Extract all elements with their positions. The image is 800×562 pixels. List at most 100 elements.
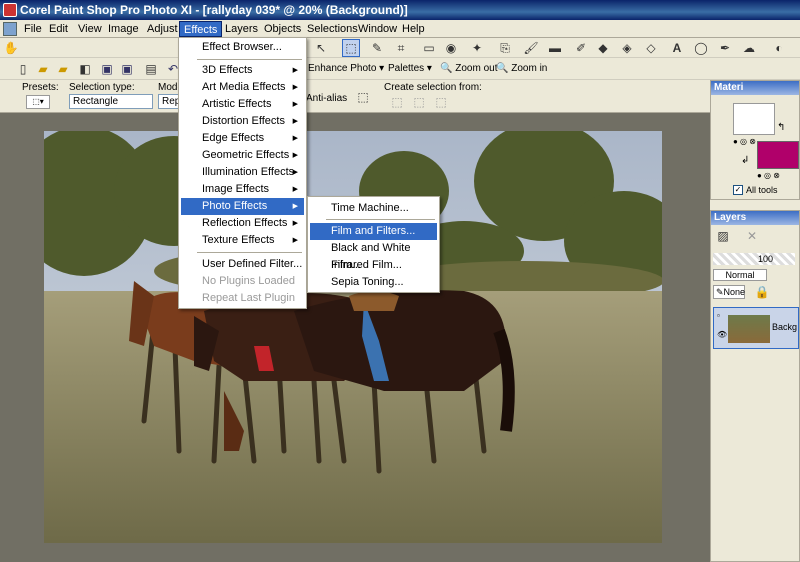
selection-from-objects-icon[interactable]: ⬚ xyxy=(432,93,450,111)
menu-window[interactable]: Window xyxy=(354,21,401,37)
selection-type-select[interactable]: Rectangle xyxy=(69,94,153,109)
menu-item-geometric-effects[interactable]: Geometric Effects ▶ xyxy=(181,147,304,164)
opacity-slider[interactable]: 100 xyxy=(713,253,795,265)
background-color-swatch[interactable] xyxy=(757,141,799,169)
warp-brush-icon[interactable]: ☁ xyxy=(740,39,758,57)
clone-icon[interactable]: ⎘ xyxy=(496,39,514,57)
layer-eye-icon[interactable]: 👁 xyxy=(717,330,727,339)
eraser-icon[interactable]: ◇ xyxy=(642,39,660,57)
swap-colors-icon[interactable]: ↰ xyxy=(777,122,785,133)
custom-selection-icon[interactable]: ⬚ xyxy=(354,88,372,106)
menu-item-artistic-effects[interactable]: Artistic Effects ▶ xyxy=(181,96,304,113)
menu-selections[interactable]: Selections xyxy=(303,21,362,37)
image-canvas[interactable] xyxy=(44,131,662,543)
submenu-item-black-and-white-film[interactable]: Black and White Film... xyxy=(310,240,437,271)
paint-brush-icon[interactable]: 🖌 xyxy=(522,39,540,57)
selection-from-canvas-icon[interactable]: ⬚ xyxy=(410,93,428,111)
photo-effects-label: Photo Effects xyxy=(202,200,268,212)
submenu-item-infrared-film[interactable]: Infrared Film... xyxy=(310,257,437,274)
menu-item-image-effects[interactable]: Image Effects ▶ xyxy=(181,181,304,198)
palettes-button[interactable]: Palettes ▾ xyxy=(388,63,432,74)
preset-shape-icon[interactable]: ◯ xyxy=(692,39,710,57)
menu-layers[interactable]: Layers xyxy=(221,21,262,37)
menu-separator xyxy=(326,219,435,220)
print-icon[interactable]: ▤ xyxy=(142,60,160,78)
submenu-arrow-icon: ▶ xyxy=(292,186,298,193)
antialias-label[interactable]: Anti-alias xyxy=(306,93,347,104)
layer-row-background[interactable]: ▫ 👁 Backg xyxy=(713,307,799,349)
submenu-item-sepia-toning[interactable]: Sepia Toning... xyxy=(310,274,437,291)
presets-dropdown[interactable]: ⬚▾ xyxy=(26,95,50,109)
zoom-in-icon: 🔍 xyxy=(496,63,509,74)
submenu-arrow-icon: ▶ xyxy=(292,135,298,142)
menu-item-3d-effects[interactable]: 3D Effects ▶ xyxy=(181,62,304,79)
menu-image[interactable]: Image xyxy=(104,21,143,37)
menu-item-user-defined-filter[interactable]: User Defined Filter... xyxy=(181,256,304,273)
new-layer-icon[interactable]: ▨ xyxy=(714,227,732,245)
menu-item-edge-effects[interactable]: Edge Effects ▶ xyxy=(181,130,304,147)
selection-from-layer-icon[interactable]: ⬚ xyxy=(388,93,406,111)
foreground-color-swatch[interactable] xyxy=(733,103,775,135)
pen-icon[interactable]: ✒ xyxy=(716,39,734,57)
menu-item-distortion-effects[interactable]: Distortion Effects ▶ xyxy=(181,113,304,130)
menu-item-texture-effects[interactable]: Texture Effects ▶ xyxy=(181,232,304,249)
menu-item-photo-effects[interactable]: Photo Effects ▶ xyxy=(181,198,304,215)
zoom-out-button[interactable]: 🔍 Zoom out xyxy=(440,63,497,74)
zoom-in-label: Zoom in xyxy=(511,63,548,74)
menu-item-repeat-last-plugin: Repeat Last Plugin xyxy=(181,290,304,307)
menu-help[interactable]: Help xyxy=(398,21,429,37)
opacity-value: 100 xyxy=(757,254,773,264)
menu-edit[interactable]: Edit xyxy=(45,21,72,37)
browse-icon[interactable]: ▰ xyxy=(54,60,72,78)
3d-effects-label: 3D Effects xyxy=(202,64,253,76)
menu-objects[interactable]: Objects xyxy=(260,21,305,37)
all-tools-checkbox[interactable]: ✓ xyxy=(733,185,743,195)
save-as-icon[interactable]: ▣ xyxy=(118,60,136,78)
color-replacer-icon[interactable]: ▬ xyxy=(546,39,564,57)
submenu-item-film-and-filters[interactable]: Film and Filters... xyxy=(310,223,437,240)
save-icon[interactable]: ▣ xyxy=(98,60,116,78)
menu-file[interactable]: File xyxy=(20,21,46,37)
menu-item-effect-browser[interactable]: Effect Browser... xyxy=(181,39,304,56)
mask-select[interactable]: ✎None xyxy=(713,285,745,299)
app-icon xyxy=(3,3,17,17)
zoom-in-button[interactable]: 🔍 Zoom in xyxy=(496,63,547,74)
retouch-icon[interactable]: ✐ xyxy=(572,39,590,57)
materials-palette-header: Materi xyxy=(711,81,799,95)
new-file-icon[interactable]: ▯ xyxy=(14,60,32,78)
menu-view[interactable]: View xyxy=(74,21,106,37)
submenu-arrow-icon: ▶ xyxy=(292,169,298,176)
menu-item-reflection-effects[interactable]: Reflection Effects ▶ xyxy=(181,215,304,232)
mode-select[interactable]: Repl xyxy=(158,94,183,109)
straighten-icon[interactable]: ▭ xyxy=(420,39,438,57)
photo-effects-submenu: Time Machine... Film and Filters... Blac… xyxy=(307,196,440,293)
layers-palette-header: Layers xyxy=(711,211,799,225)
flood-fill-icon[interactable]: ◈ xyxy=(618,39,636,57)
pick-tool-icon[interactable]: ↖ xyxy=(312,39,330,57)
menu-item-art-media-effects[interactable]: Art Media Effects ▶ xyxy=(181,79,304,96)
enhance-photo-button[interactable]: Enhance Photo ▾ xyxy=(308,63,384,74)
menu-adjust[interactable]: Adjust xyxy=(143,21,182,37)
text-tool-icon[interactable]: A xyxy=(668,39,686,57)
background-options[interactable]: ● ◎ ⊗ xyxy=(757,171,799,181)
layer-visibility-icon[interactable]: ▫ xyxy=(717,311,720,320)
scratch-remover-icon[interactable]: ◆ xyxy=(594,39,612,57)
delete-layer-icon[interactable]: ✕ xyxy=(743,227,761,245)
dropper-icon[interactable]: ✎ xyxy=(368,39,386,57)
open-folder-icon[interactable]: ▰ xyxy=(34,60,52,78)
red-eye-icon[interactable]: ◉ xyxy=(442,39,460,57)
menu-item-illumination-effects[interactable]: Illumination Effects ▶ xyxy=(181,164,304,181)
menu-effects[interactable]: Effects xyxy=(179,21,223,37)
blend-mode-select[interactable]: Normal xyxy=(713,269,767,281)
lock-icon[interactable]: 🔒 xyxy=(753,283,771,301)
doc-icon[interactable] xyxy=(3,22,17,36)
capture-icon[interactable]: ◧ xyxy=(76,60,94,78)
pan-icon[interactable]: ✋ xyxy=(2,39,20,57)
crop-icon[interactable]: ⌗ xyxy=(392,39,410,57)
enhance-photo-label: Enhance Photo xyxy=(308,63,377,74)
makeover-icon[interactable]: ✦ xyxy=(468,39,486,57)
submenu-item-time-machine[interactable]: Time Machine... xyxy=(310,200,437,217)
selection-tool-icon[interactable]: ⬚ xyxy=(342,39,360,57)
object-extractor-icon[interactable]: ◐ xyxy=(770,39,788,57)
swap-arrow-icon[interactable]: ↲ xyxy=(741,155,749,166)
